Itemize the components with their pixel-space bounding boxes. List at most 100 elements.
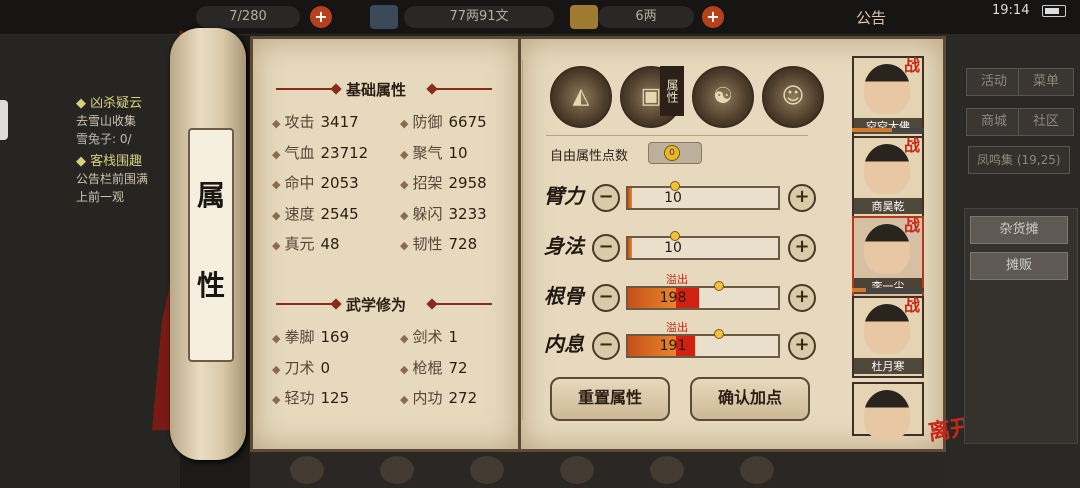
stat-value: 125	[320, 389, 350, 407]
diamond-icon: ◆	[272, 208, 281, 222]
gold-add-button[interactable]: +	[702, 6, 724, 28]
gold-display: 6两	[598, 6, 694, 28]
quest-detail: 公告栏前围满	[76, 172, 149, 186]
side-handle[interactable]	[0, 100, 8, 140]
stat-row: ◆ 真元 48	[272, 233, 340, 254]
attribute-bar[interactable]: 198	[626, 281, 780, 310]
hero-hp-fill	[852, 128, 892, 132]
overflow-label: 溢出	[666, 321, 688, 334]
gold-icon	[570, 5, 598, 29]
menu-button[interactable]: 菜单	[1018, 68, 1074, 96]
yinyang-icon[interactable]: ☯	[692, 66, 754, 128]
scroll-title-char-2: 性	[196, 269, 225, 302]
attribute-bar[interactable]: 10	[626, 231, 780, 260]
increase-button[interactable]: +	[788, 184, 816, 212]
hero-portrait	[864, 390, 910, 440]
hat-icon[interactable]: ◭	[550, 66, 612, 128]
stat-row: ◆ 韧性 728	[400, 233, 477, 254]
shop-button[interactable]: 商城	[966, 108, 1022, 136]
free-points-label: 自由属性点数	[550, 149, 629, 164]
diamond-icon: ◆	[400, 117, 409, 130]
stat-row: ◆ 防御 6675	[400, 111, 487, 132]
stat-label: 防御	[412, 113, 443, 131]
decrease-button[interactable]: −	[592, 284, 620, 312]
bottom-menu-icon[interactable]	[650, 456, 684, 484]
stat-row: ◆ 速度 2545	[272, 203, 359, 224]
stat-label: 命中	[284, 174, 315, 192]
diamond-icon: ◆	[400, 332, 409, 345]
confirm-points-button[interactable]: 确认加点	[690, 377, 810, 421]
stat-value: 2053	[320, 174, 359, 192]
diamond-icon: ◆	[400, 147, 409, 161]
decrease-button[interactable]: −	[592, 184, 620, 212]
increase-button[interactable]: +	[788, 234, 816, 262]
activity-button[interactable]: 活动	[966, 68, 1022, 96]
increase-button[interactable]: +	[788, 284, 816, 312]
hero-card[interactable]: 李一尘战	[852, 216, 924, 298]
stat-row: ◆ 内功 272	[400, 387, 477, 408]
attribute-label: 根骨	[544, 284, 584, 308]
stat-value: 3417	[320, 113, 359, 131]
vendor-button[interactable]: 摊贩	[970, 252, 1068, 280]
title-ornament-left	[276, 88, 336, 90]
bottom-menu-icon[interactable]	[740, 456, 774, 484]
battle-badge: 战	[904, 136, 921, 155]
panel-divider	[522, 60, 523, 420]
battle-badge: 战	[904, 296, 921, 315]
decrease-button[interactable]: −	[592, 234, 620, 262]
clock: 19:14	[992, 3, 1030, 18]
bottom-menu-icon[interactable]	[560, 456, 594, 484]
title-ornament-right	[432, 303, 492, 305]
title-ornament-right	[432, 88, 492, 90]
stat-label: 轻功	[284, 389, 315, 407]
diamond-icon: ◆	[272, 117, 281, 130]
stat-row: ◆ 拳脚 169	[272, 326, 349, 347]
stat-value: 0	[320, 358, 331, 377]
diamond-icon: ◆	[272, 332, 281, 345]
attribute-value: 10	[664, 190, 682, 206]
hero-card[interactable]: 空空大佛战	[852, 56, 924, 138]
attribute-label: 臂力	[544, 184, 584, 208]
notice-button[interactable]: 公告	[856, 7, 886, 28]
reset-attributes-button[interactable]: 重置属性	[550, 377, 670, 421]
attribute-value: 10	[664, 240, 682, 256]
hero-card[interactable]	[852, 382, 924, 440]
bottom-menu-icon[interactable]	[290, 456, 324, 484]
diamond-icon: ◆	[400, 178, 409, 191]
hero-card[interactable]: 商昊乾战	[852, 136, 924, 218]
attribute-bar[interactable]: 191	[626, 329, 780, 358]
attribute-bar[interactable]: 10	[626, 181, 780, 210]
tab-attributes[interactable]: 属性	[660, 66, 684, 116]
stat-label: 真元	[284, 235, 315, 253]
attribute-label: 内息	[544, 332, 584, 356]
quest-title[interactable]: ◆ 客栈围趣	[76, 150, 142, 169]
hero-card[interactable]: 杜月寒 战	[852, 296, 924, 378]
stat-row: ◆ 躲闪 3233	[400, 203, 487, 224]
stat-value: 169	[320, 328, 350, 346]
stat-label: 拳脚	[284, 328, 315, 346]
bag-counter: 7/280	[196, 6, 300, 28]
stat-value: 10	[448, 143, 468, 162]
quest-title[interactable]: ◆ 凶杀疑云	[76, 92, 142, 111]
stat-label: 躲闪	[412, 204, 443, 223]
stat-label: 剑术	[412, 328, 443, 346]
bag-add-button[interactable]: +	[310, 6, 332, 28]
stat-label: 枪棍	[412, 358, 443, 377]
stat-row: ◆ 轻功 125	[272, 387, 349, 408]
community-button[interactable]: 社区	[1018, 108, 1074, 136]
increase-button[interactable]: +	[788, 332, 816, 360]
stat-row: ◆ 枪棍 72	[400, 357, 468, 378]
bottom-menu-icon[interactable]	[470, 456, 504, 484]
stat-value: 3233	[448, 204, 487, 223]
attribute-value: 198	[659, 290, 687, 306]
decrease-button[interactable]: −	[592, 332, 620, 360]
gold-value: 6两	[635, 9, 657, 24]
attribute-value: 191	[659, 338, 687, 354]
general-store-button[interactable]: 杂货摊	[970, 216, 1068, 244]
stat-label: 速度	[284, 204, 315, 223]
figure-icon[interactable]: ☺	[762, 66, 824, 128]
stat-row: ◆ 剑术 1	[400, 326, 458, 347]
bottom-menu-icon[interactable]	[380, 456, 414, 484]
stat-value: 272	[448, 389, 478, 407]
equipment-divider	[546, 135, 808, 136]
